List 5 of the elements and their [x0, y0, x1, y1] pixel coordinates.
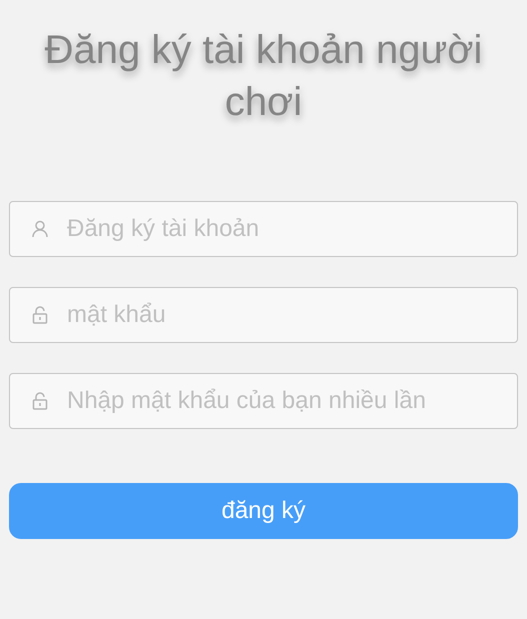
input-field[interactable]: Nhập mật khẩu của bạn nhiều lần: [9, 373, 518, 429]
input-field[interactable]: mật khẩu: [9, 287, 518, 343]
input-field[interactable]: Đăng ký tài khoản: [9, 201, 518, 257]
register-button[interactable]: đăng ký: [9, 483, 518, 539]
page-title: Đăng ký tài khoản người chơi: [44, 27, 484, 126]
